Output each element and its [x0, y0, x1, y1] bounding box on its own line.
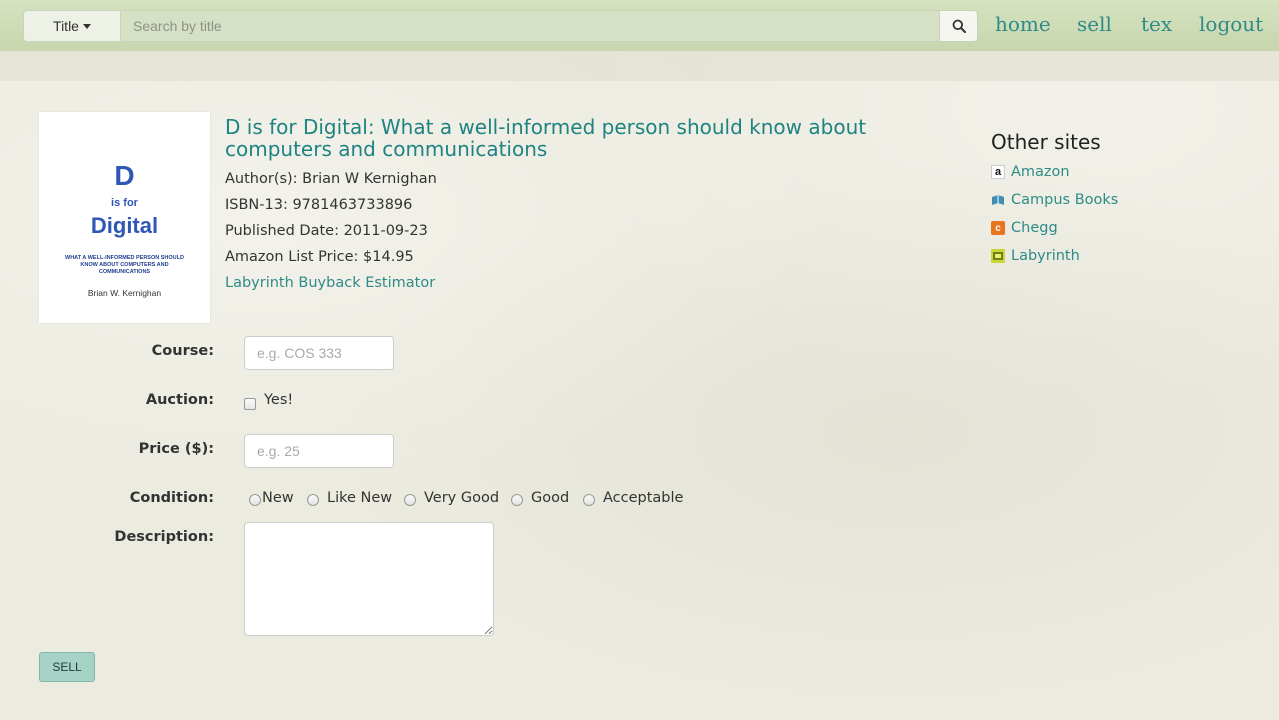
- book-isbn: ISBN-13: 9781463733896: [225, 197, 413, 213]
- condition-radio-like-new[interactable]: [307, 494, 319, 506]
- cover-big-letter: D: [114, 160, 135, 191]
- condition-radio-label: Good: [531, 490, 570, 506]
- price-label: Price ($):: [138, 441, 214, 457]
- condition-radio-very-good[interactable]: [404, 494, 416, 506]
- site-link-campus-books[interactable]: Campus Books: [991, 192, 1118, 208]
- search-type-label: Title: [53, 18, 79, 34]
- book-cover-image: D is for Digital WHAT A WELL-INFORMED PE…: [39, 112, 210, 323]
- nav-sell-link[interactable]: sell: [1077, 12, 1112, 36]
- site-label: Chegg: [1011, 220, 1058, 236]
- search-button[interactable]: [939, 10, 978, 42]
- book-title: D is for Digital: What a well-informed p…: [225, 115, 867, 161]
- condition-radio-label: New: [262, 490, 294, 506]
- cover-author: Brian W. Kernighan: [87, 288, 162, 298]
- campus-books-icon: [991, 193, 1005, 207]
- header-band: [0, 51, 1279, 81]
- book-list-price: Amazon List Price: $14.95: [225, 249, 414, 265]
- amazon-icon: a: [991, 165, 1005, 179]
- site-label: Amazon: [1011, 164, 1070, 180]
- auction-checkbox-label: Yes!: [264, 392, 294, 408]
- nav-logout-link[interactable]: logout: [1199, 12, 1263, 36]
- search-input[interactable]: [121, 10, 940, 42]
- condition-radio-acceptable[interactable]: [583, 494, 595, 506]
- other-sites-heading: Other sites: [991, 130, 1101, 154]
- description-label: Description:: [114, 529, 214, 545]
- auction-checkbox[interactable]: [244, 398, 256, 410]
- buyback-estimator-link[interactable]: Labyrinth Buyback Estimator: [225, 275, 435, 291]
- caret-down-icon: [82, 23, 91, 29]
- book-author: Author(s): Brian W Kernighan: [225, 171, 437, 187]
- nav-home-link[interactable]: home: [995, 12, 1051, 36]
- search-icon: [952, 19, 966, 33]
- chegg-icon: c: [991, 221, 1005, 235]
- cover-word: Digital: [90, 213, 159, 238]
- site-link-labyrinth[interactable]: Labyrinth: [991, 248, 1080, 264]
- description-textarea[interactable]: [244, 522, 494, 636]
- site-label: Campus Books: [1011, 192, 1119, 208]
- site-label: Labyrinth: [1011, 248, 1080, 264]
- book-published-date: Published Date: 2011-09-23: [225, 223, 428, 239]
- nav-tex-link[interactable]: tex: [1141, 12, 1172, 36]
- condition-label: Condition:: [129, 490, 214, 506]
- condition-radio-label: Very Good: [424, 490, 500, 506]
- condition-radio-label: Like New: [327, 490, 393, 506]
- site-link-amazon[interactable]: a Amazon: [991, 164, 1070, 180]
- search-type-dropdown[interactable]: Title: [23, 10, 121, 42]
- cover-is-for: is for: [111, 197, 138, 209]
- auction-label: Auction:: [145, 392, 214, 408]
- condition-radio-new[interactable]: [249, 494, 261, 506]
- condition-radio-label: Acceptable: [603, 490, 684, 506]
- course-input[interactable]: [244, 336, 394, 370]
- site-link-chegg[interactable]: c Chegg: [991, 220, 1058, 236]
- price-input[interactable]: [244, 434, 394, 468]
- labyrinth-icon: [991, 249, 1005, 263]
- condition-radio-good[interactable]: [511, 494, 523, 506]
- top-navbar: Title home sell tex logout: [0, 0, 1279, 51]
- cover-subtitle: WHAT A WELL-INFORMED PERSON SHOULD KNOW …: [65, 255, 184, 275]
- sell-button[interactable]: SELL: [39, 652, 95, 682]
- course-label: Course:: [151, 343, 214, 359]
